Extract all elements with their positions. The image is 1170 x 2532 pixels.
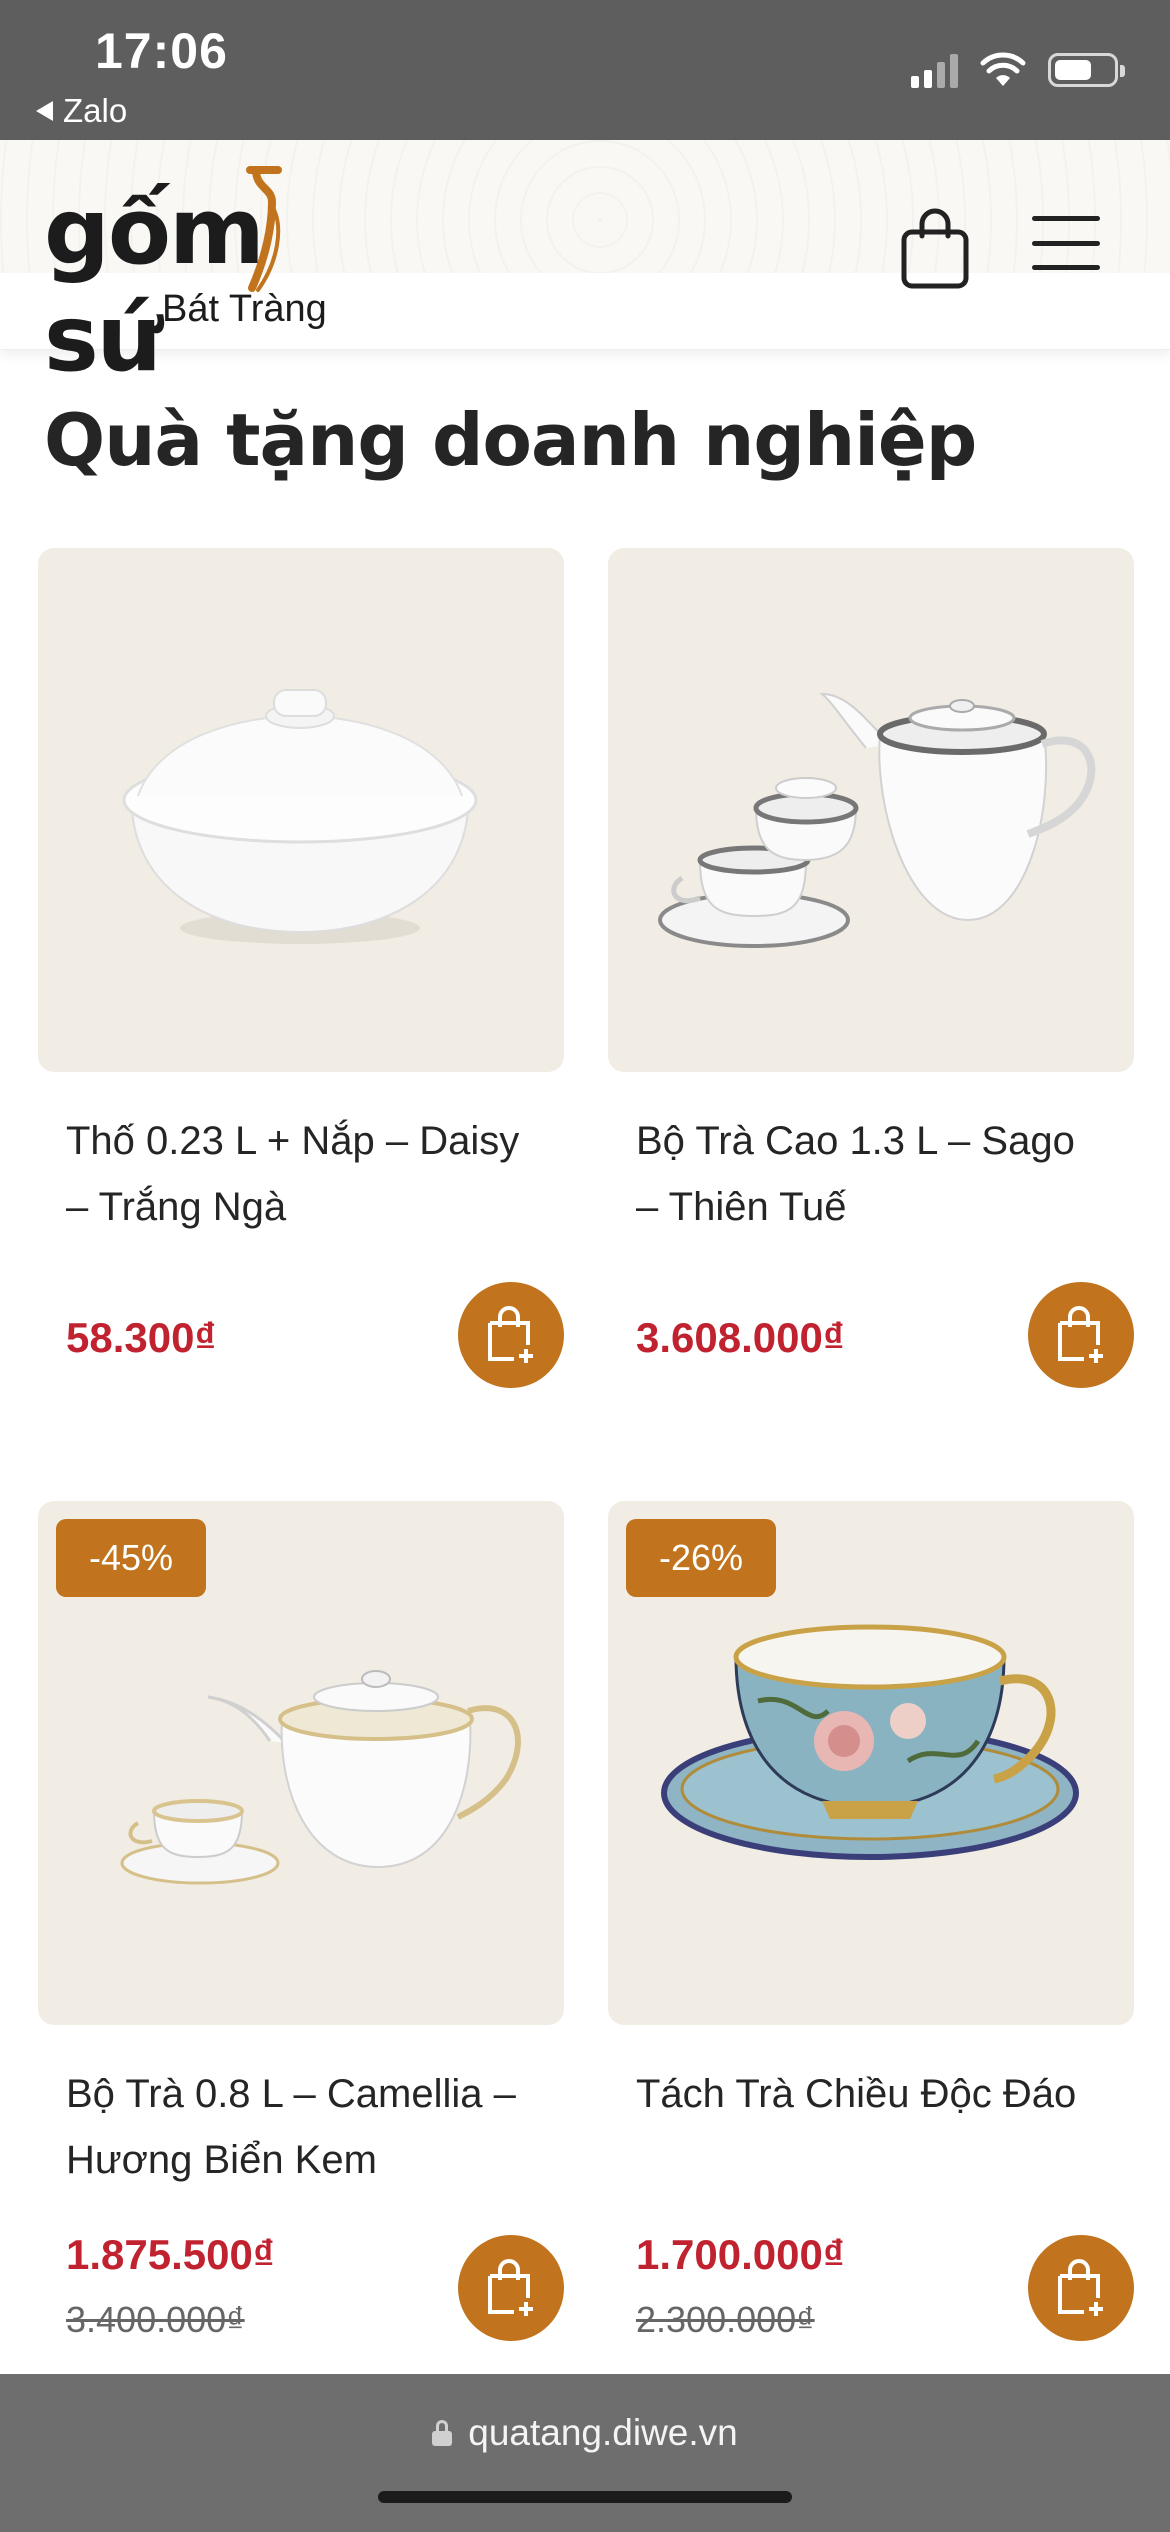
tea-set-image (658, 692, 1096, 948)
status-time: 17:06 (95, 23, 228, 79)
product-image[interactable]: -26% (608, 1501, 1134, 2025)
signal-icon (911, 52, 958, 88)
add-to-bag-icon (488, 2259, 533, 2316)
vase-logo-icon (246, 166, 282, 292)
logo-text-right: sứ (44, 285, 162, 392)
product-card[interactable]: -26% Tách Trà Chiều Độc Đáo 1.700.000₫ 2… (608, 1501, 1134, 2341)
product-name[interactable]: Bộ Trà Cao 1.3 L – Sago – Thiên Tuế (636, 1108, 1106, 1240)
url-text: quatang.diwe.vn (468, 2412, 738, 2453)
product-image[interactable] (38, 548, 564, 1072)
covered-bowl-image (122, 689, 478, 944)
logo-subtitle: Bát Tràng (162, 288, 327, 330)
home-indicator[interactable] (378, 2491, 792, 2503)
product-image[interactable]: -45% (38, 1501, 564, 2025)
page-title: Quà tặng doanh nghiệp (44, 398, 977, 482)
product-card[interactable]: Bộ Trà Cao 1.3 L – Sago – Thiên Tuế 3.60… (608, 548, 1134, 1388)
add-to-cart-button[interactable] (1028, 1282, 1134, 1388)
wifi-icon (980, 52, 1026, 86)
product-name[interactable]: Thố 0.23 L + Nắp – Daisy – Trắng Ngà (66, 1108, 536, 1240)
product-image[interactable] (608, 548, 1134, 1072)
battery-icon (1048, 53, 1125, 87)
add-to-cart-button[interactable] (1028, 2235, 1134, 2341)
add-to-bag-icon (1058, 2259, 1103, 2316)
shopping-bag-icon (901, 208, 969, 289)
product-name[interactable]: Bộ Trà 0.8 L – Camellia – Hương Biển Kem (66, 2061, 536, 2193)
status-icons (911, 52, 1125, 88)
add-to-bag-icon (1058, 1306, 1103, 1363)
url-display[interactable]: quatang.diwe.vn (0, 2412, 1170, 2454)
back-arrow-icon (36, 101, 53, 121)
discount-badge: -26% (626, 1519, 776, 1597)
lock-icon (432, 2420, 453, 2446)
site-logo[interactable]: gốmsứ Bát Tràng (44, 160, 444, 392)
site-header: gốmsứ Bát Tràng (0, 140, 1170, 392)
product-card[interactable]: -45% Bộ Trà 0.8 L – Camellia – Hương Biể… (38, 1501, 564, 2341)
add-to-cart-button[interactable] (458, 1282, 564, 1388)
add-to-cart-button[interactable] (458, 2235, 564, 2341)
add-to-bag-icon (488, 1306, 533, 1363)
back-app-label: Zalo (63, 92, 128, 129)
product-name[interactable]: Tách Trà Chiều Độc Đáo (636, 2061, 1106, 2193)
product-card[interactable]: Thố 0.23 L + Nắp – Daisy – Trắng Ngà 58.… (38, 548, 564, 1388)
hamburger-menu-icon[interactable] (1032, 216, 1100, 270)
cart-button[interactable] (898, 206, 972, 290)
discount-badge: -45% (56, 1519, 206, 1597)
status-bar: 17:06 Zalo (0, 0, 1170, 140)
back-to-app-link[interactable]: Zalo (36, 92, 127, 130)
browser-address-bar[interactable]: quatang.diwe.vn (0, 2374, 1170, 2532)
